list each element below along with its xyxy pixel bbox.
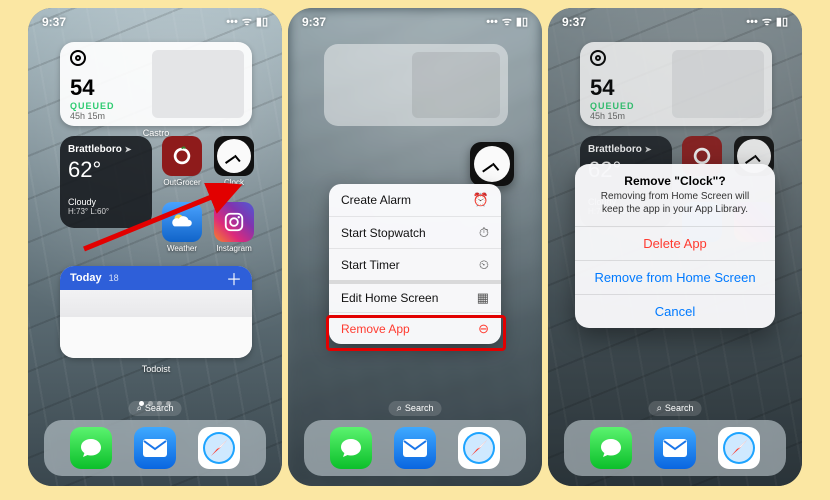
todo-add-icon[interactable]: ＋ xyxy=(226,266,242,290)
annotation-arrow xyxy=(78,183,248,253)
screenshot-step3: 9:37 •••ᯤ▮▯ 54 QUEUED 45h 15m Brattlebor… xyxy=(548,8,802,486)
alarm-icon: ⏰ xyxy=(473,192,489,208)
screenshot-step1: 9:37 •••ᯤ▮▯ 54 QUEUED 45h 15m Castro Bra… xyxy=(28,8,282,486)
dock xyxy=(564,420,786,476)
remove-icon: ⊖ xyxy=(478,321,489,337)
alert-remove-from-home-button[interactable]: Remove from Home Screen xyxy=(575,260,775,294)
dock-messages[interactable] xyxy=(330,427,372,469)
clock-app-popped[interactable] xyxy=(470,142,514,186)
menu-remove-app[interactable]: Remove App⊖ xyxy=(329,312,501,344)
dock xyxy=(304,420,526,476)
menu-create-alarm[interactable]: Create Alarm⏰ xyxy=(329,184,501,216)
todo-title: Today xyxy=(70,272,102,284)
weather-city: Brattleboro xyxy=(68,144,122,155)
dock-messages[interactable] xyxy=(70,427,112,469)
apps-grid-icon: ▦ xyxy=(477,290,489,306)
alert-title: Remove "Clock"? xyxy=(575,164,775,190)
alert-cancel-button[interactable]: Cancel xyxy=(575,294,775,328)
alert-message: Removing from Home Screen will keep the … xyxy=(575,190,775,226)
dock-safari[interactable] xyxy=(198,427,240,469)
stopwatch-icon: ⏱ xyxy=(479,225,489,241)
timer-icon: ⏲ xyxy=(479,257,489,273)
todo-list-placeholder xyxy=(60,290,252,358)
dock-mail[interactable] xyxy=(654,427,696,469)
todo-count: 18 xyxy=(109,273,119,283)
alert-delete-app-button[interactable]: Delete App xyxy=(575,226,775,260)
podcast-app-icon xyxy=(590,50,606,66)
dock-safari[interactable] xyxy=(458,427,500,469)
screenshot-step2: 9:37 •••ᯤ▮▯ Create Alarm⏰ Start Stopwatc… xyxy=(288,8,542,486)
todoist-widget-label: Todoist xyxy=(60,364,252,374)
blurred-widget xyxy=(324,44,508,126)
clock-icon xyxy=(214,136,254,176)
podcast-art-placeholder xyxy=(152,50,244,118)
context-menu: Create Alarm⏰ Start Stopwatch⏱ Start Tim… xyxy=(329,184,501,344)
location-icon: ➤ xyxy=(125,145,132,154)
menu-start-timer[interactable]: Start Timer⏲ xyxy=(329,248,501,280)
status-bar: 9:37 •••ᯤ▮▯ xyxy=(28,14,282,29)
dock-mail[interactable] xyxy=(134,427,176,469)
dock-safari[interactable] xyxy=(718,427,760,469)
battery-icon: ▮▯ xyxy=(256,16,268,28)
dock-mail[interactable] xyxy=(394,427,436,469)
wifi-icon: ᯤ xyxy=(242,16,252,28)
page-dots[interactable] xyxy=(28,401,282,406)
menu-edit-home-screen[interactable]: Edit Home Screen▦ xyxy=(329,280,501,312)
dock-messages[interactable] xyxy=(590,427,632,469)
podcast-app-icon xyxy=(70,50,86,66)
status-icons: •••ᯤ▮▯ xyxy=(222,14,268,29)
home-search[interactable]: Search xyxy=(649,401,702,416)
todoist-widget[interactable]: Today 18 ＋ xyxy=(60,266,252,358)
status-bar: 9:37 •••ᯤ▮▯ xyxy=(548,14,802,29)
status-time: 9:37 xyxy=(42,15,66,29)
podcast-widget[interactable]: 54 QUEUED 45h 15m xyxy=(60,42,252,126)
status-bar: 9:37 •••ᯤ▮▯ xyxy=(288,14,542,29)
weather-temp: 62° xyxy=(68,157,144,183)
remove-app-alert: Remove "Clock"? Removing from Home Scree… xyxy=(575,164,775,328)
home-search[interactable]: Search xyxy=(389,401,442,416)
outgrocer-icon xyxy=(162,136,202,176)
podcast-widget: 54 QUEUED 45h 15m xyxy=(580,42,772,126)
menu-start-stopwatch[interactable]: Start Stopwatch⏱ xyxy=(329,216,501,248)
dock xyxy=(44,420,266,476)
